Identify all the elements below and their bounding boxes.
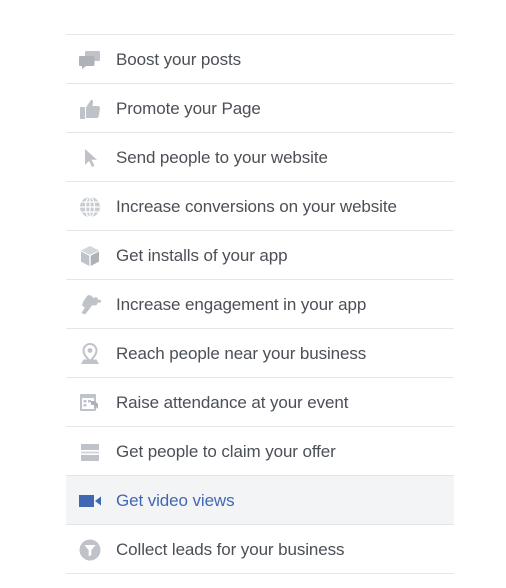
objective-label: Get video views (116, 491, 235, 510)
objective-app-installs[interactable]: Get installs of your app (66, 231, 454, 280)
objective-video-views[interactable]: Get video views (66, 476, 454, 525)
objective-label: Increase conversions on your website (116, 197, 397, 216)
objective-boost-posts[interactable]: Boost your posts (66, 35, 454, 84)
objective-label: Promote your Page (116, 99, 261, 118)
ticket-icon (78, 440, 102, 464)
objective-label: Get installs of your app (116, 246, 288, 265)
box-icon (78, 244, 102, 268)
objective-label: Send people to your website (116, 148, 328, 167)
objective-label: Raise attendance at your event (116, 393, 349, 412)
location-pin-icon (78, 342, 102, 366)
objective-label: Get people to claim your offer (116, 442, 336, 461)
calendar-icon (78, 391, 102, 415)
funnel-icon (78, 538, 102, 562)
objective-label: Boost your posts (116, 50, 242, 69)
objective-event-responses[interactable]: Raise attendance at your event (66, 378, 454, 427)
objective-label: Reach people near your business (116, 344, 367, 363)
objective-label: Increase engagement in your app (116, 295, 367, 314)
objective-promote-page[interactable]: Promote your Page (66, 84, 454, 133)
video-camera-icon (78, 489, 102, 513)
thumbs-up-icon (78, 97, 102, 121)
objective-website-traffic[interactable]: Send people to your website (66, 133, 454, 182)
cursor-arrow-icon (78, 146, 102, 170)
objective-app-engagement[interactable]: Increase engagement in your app (66, 280, 454, 329)
objective-offer-claims[interactable]: Get people to claim your offer (66, 427, 454, 476)
objective-lead-generation[interactable]: Collect leads for your business (66, 525, 454, 574)
globe-icon (78, 195, 102, 219)
objective-list: Boost your posts Promote your Page Send … (66, 34, 454, 574)
speech-bubbles-icon (78, 48, 102, 72)
objective-label: Collect leads for your business (116, 540, 345, 559)
objective-website-conversions[interactable]: Increase conversions on your website (66, 182, 454, 231)
hand-tap-icon (78, 293, 102, 317)
objective-local-awareness[interactable]: Reach people near your business (66, 329, 454, 378)
